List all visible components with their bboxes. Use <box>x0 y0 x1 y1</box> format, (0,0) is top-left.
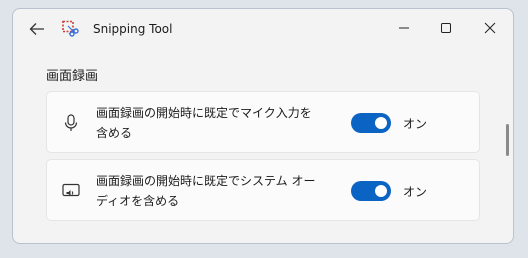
maximize-icon <box>441 23 451 33</box>
toggle-knob <box>375 185 387 197</box>
snipping-tool-icon <box>61 20 79 38</box>
section-title: 画面録画 <box>46 69 99 84</box>
minimize-icon <box>399 27 409 29</box>
setting-label: 画面録画の開始時に既定でシステム オー ディオを含める <box>96 171 351 211</box>
scrollbar-thumb[interactable] <box>506 124 509 156</box>
setting-label: 画面録画の開始時に既定でマイク入力を 含める <box>96 103 351 143</box>
system-audio-icon <box>61 181 81 201</box>
setting-label-line2: 含める <box>96 126 133 140</box>
toggle-state-label: オン <box>403 117 428 131</box>
system-audio-toggle[interactable] <box>351 181 391 201</box>
minimize-button[interactable] <box>389 15 419 41</box>
setting-label-line2: ディオを含める <box>96 194 180 208</box>
back-arrow-icon <box>29 23 44 35</box>
setting-card-microphone: 画面録画の開始時に既定でマイク入力を 含める オン <box>46 91 480 153</box>
microphone-icon <box>61 113 81 133</box>
back-button[interactable] <box>25 18 49 40</box>
title-bar: Snipping Tool <box>13 9 513 49</box>
window-title: Snipping Tool <box>93 22 173 36</box>
toggle-knob <box>375 117 387 129</box>
setting-card-system-audio: 画面録画の開始時に既定でシステム オー ディオを含める オン <box>46 159 480 221</box>
maximize-button[interactable] <box>431 15 461 41</box>
close-icon <box>484 22 496 34</box>
close-button[interactable] <box>475 15 505 41</box>
toggle-state-label: オン <box>403 185 428 199</box>
microphone-toggle[interactable] <box>351 113 391 133</box>
setting-label-line1: 画面録画の開始時に既定でマイク入力を <box>96 106 312 120</box>
app-window: Snipping Tool 画面録画 画面録画の開始時に既定でマイク入力を 含め… <box>12 8 514 244</box>
setting-label-line1: 画面録画の開始時に既定でシステム オー <box>96 174 316 188</box>
